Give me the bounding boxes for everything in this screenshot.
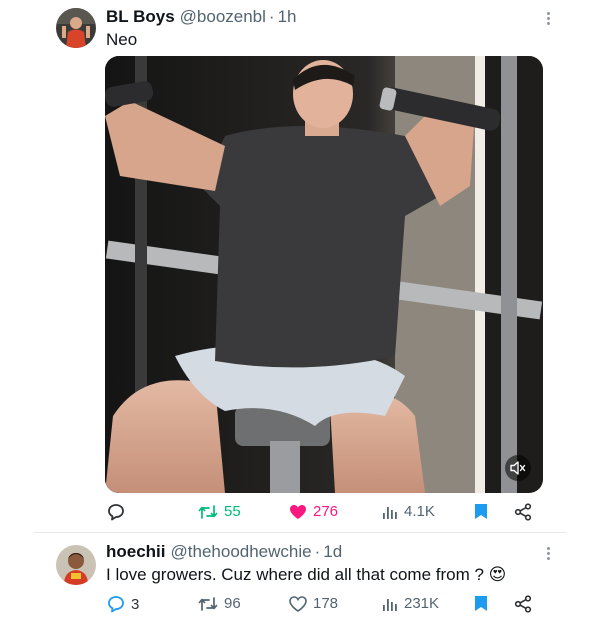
retweet-count: 55 (224, 503, 241, 520)
like-button[interactable]: 276 (289, 503, 338, 520)
reply-count: 3 (131, 595, 140, 613)
separator: · (314, 542, 321, 561)
retweet-count: 96 (224, 595, 241, 612)
share-button[interactable] (514, 595, 532, 613)
tweet-1-header: BL Boys @boozenbl · 1h (106, 7, 297, 27)
tweet-video[interactable] (105, 56, 543, 493)
share-icon (514, 503, 532, 521)
tweet-2-text: I love growers. Cuz where did all that c… (106, 565, 506, 585)
separator: · (268, 7, 275, 26)
share-icon (514, 595, 532, 613)
like-icon (289, 595, 307, 612)
reply-icon (108, 504, 124, 521)
bookmark-button[interactable] (474, 503, 488, 520)
tweet-1[interactable]: BL Boys @boozenbl · 1h Neo 55 276 4.1K (0, 0, 600, 530)
retweet-button[interactable]: 96 (198, 595, 241, 612)
tweet-2[interactable]: hoechii @thehoodhewchie · 1d I love grow… (0, 533, 600, 627)
tweet-1-text: Neo (106, 30, 138, 49)
like-icon (290, 504, 306, 519)
views-icon (383, 506, 397, 519)
retweet-icon (198, 596, 218, 611)
views-count: 231K (404, 595, 440, 612)
tweet-1-actions: 55 276 4.1K (0, 503, 600, 527)
reply-button[interactable]: 3 (107, 595, 139, 613)
bookmark-icon (475, 504, 487, 519)
author-name[interactable]: BL Boys (106, 7, 175, 27)
like-count: 178 (313, 595, 339, 612)
like-count: 276 (313, 503, 339, 520)
author-handle[interactable]: @boozenbl (180, 7, 266, 27)
avatar-image (56, 8, 96, 48)
views-icon (383, 598, 397, 611)
reply-button[interactable] (107, 503, 125, 521)
views-button[interactable]: 4.1K (382, 503, 435, 520)
retweet-icon (198, 504, 218, 519)
avatar-hoechii[interactable] (56, 545, 96, 585)
like-button[interactable]: 178 (289, 595, 338, 612)
retweet-button[interactable]: 55 (198, 503, 241, 520)
mute-icon[interactable] (505, 455, 531, 481)
views-button[interactable]: 231K (382, 595, 439, 612)
avatar-image (56, 545, 96, 585)
tweet-2-body: I love growers. Cuz where did all that c… (106, 565, 484, 584)
share-button[interactable] (514, 503, 532, 521)
video-frame (105, 56, 543, 493)
heart-eyes-emoji: 😍 (488, 565, 507, 585)
timestamp[interactable]: 1h (278, 7, 297, 27)
author-handle[interactable]: @thehoodhewchie (171, 542, 312, 562)
author-name[interactable]: hoechii (106, 542, 166, 562)
bookmark-icon (475, 596, 487, 611)
avatar-bl-boys[interactable] (56, 8, 96, 48)
timestamp[interactable]: 1d (323, 542, 342, 562)
more-icon[interactable] (538, 8, 558, 28)
views-count: 4.1K (404, 503, 435, 520)
more-icon[interactable] (538, 543, 558, 563)
tweet-2-actions: 3 96 178 231K (0, 595, 600, 619)
tweet-2-header: hoechii @thehoodhewchie · 1d (106, 542, 342, 562)
reply-icon (108, 596, 124, 613)
bookmark-button[interactable] (474, 595, 488, 612)
